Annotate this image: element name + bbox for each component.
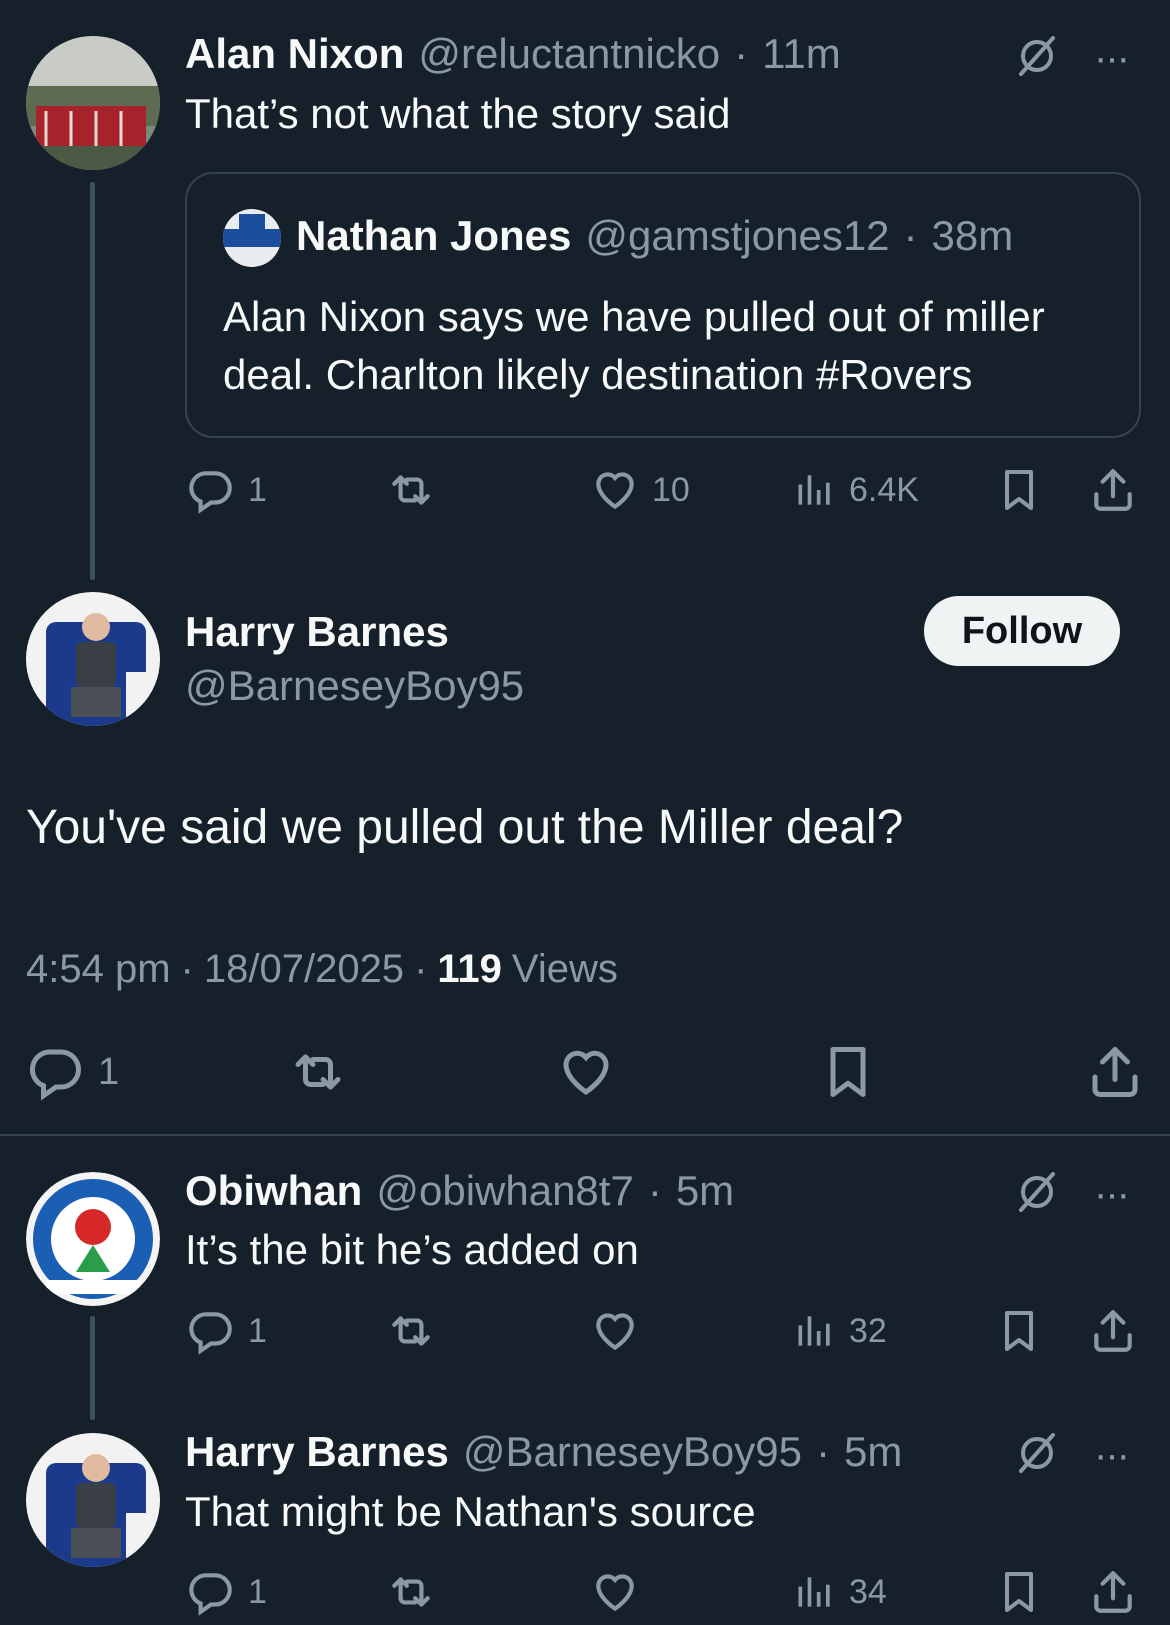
tweet-header: Alan Nixon @reluctantnicko · 11m [185,30,841,78]
reply-timestamp[interactable]: 5m [844,1428,902,1476]
timestamp[interactable]: 11m [762,30,841,78]
reply-header: Obiwhan @obiwhan8t7 · 5m [185,1167,734,1215]
reply-author-handle[interactable]: @BarneseyBoy95 [463,1428,802,1476]
main-author-name[interactable]: Harry Barnes [185,608,449,656]
avatar-obiwhan[interactable] [26,1172,160,1306]
separator: · [414,947,428,991]
quote-author-handle: @gamstjones12 [585,212,890,259]
quote-text-line: deal. Charlton likely destination #Rover… [223,351,973,398]
post-time[interactable]: 4:54 pm [26,947,171,992]
tweet-text: That’s not what the story said [185,90,731,137]
quote-header: Nathan Jones @gamstjones12 · 38m [296,212,1013,260]
reply-button[interactable]: 1 [186,465,267,515]
repost-button[interactable] [386,1567,436,1617]
like-button[interactable] [590,1306,640,1356]
main-tweet-text: You've said we pulled out the Miller dea… [26,801,904,854]
repost-button[interactable] [386,1306,436,1356]
reply-count: 1 [248,470,267,509]
reply-button[interactable]: 1 [186,1567,267,1617]
avatar-nathan-jones [223,209,281,267]
bookmark-button[interactable] [995,465,1043,515]
author-name[interactable]: Alan Nixon [185,30,404,78]
tweet-meta: 4:54 pm · 18/07/2025 · 119 Views [26,947,618,992]
separator: · [734,30,749,77]
reply-text: It’s the bit he’s added on [185,1226,639,1273]
grok-icon[interactable] [1013,32,1061,85]
main-like-button[interactable] [556,1042,616,1102]
follow-button[interactable]: Follow [924,596,1120,666]
reply-count: 1 [248,1572,267,1611]
bookmark-button[interactable] [995,1306,1043,1356]
share-button[interactable] [1088,1306,1138,1356]
reply-count: 1 [248,1311,267,1350]
separator: · [903,212,918,259]
more-menu-button[interactable]: ··· [1094,1433,1130,1478]
bookmark-button[interactable] [995,1567,1043,1617]
views-button[interactable]: 6.4K [793,465,919,515]
main-share-button[interactable] [1085,1042,1145,1102]
quote-text-line: Alan Nixon says we have pulled out of mi… [223,293,1045,340]
reply-text: That might be Nathan's source [185,1488,756,1535]
views-total: 119 [437,947,502,991]
share-button[interactable] [1088,465,1138,515]
thread-line [90,1316,95,1420]
more-menu-button[interactable]: ··· [1094,36,1130,81]
post-date[interactable]: 18/07/2025 [204,947,404,992]
reply-count: 1 [98,1050,120,1093]
repost-button[interactable] [386,465,436,515]
grok-icon[interactable] [1013,1429,1061,1482]
like-button[interactable] [590,1567,640,1617]
thread-line [90,182,95,580]
author-handle[interactable]: @reluctantnicko [418,30,720,78]
share-button[interactable] [1088,1567,1138,1617]
main-repost-button[interactable] [288,1042,348,1102]
like-count: 10 [652,470,690,509]
quote-text: Alan Nixon says we have pulled out of mi… [223,288,1045,404]
main-reply-button[interactable]: 1 [26,1042,119,1102]
views-button[interactable]: 32 [793,1306,887,1356]
views-count: 6.4K [849,470,919,509]
like-button[interactable]: 10 [590,465,690,515]
separator: · [815,1428,830,1475]
grok-icon[interactable] [1013,1168,1061,1221]
quote-author-name: Nathan Jones [296,212,572,259]
views-button[interactable]: 34 [793,1567,887,1617]
separator: · [180,947,194,991]
divider [0,1134,1170,1136]
quote-timestamp: 38m [931,212,1014,259]
views-label: Views [511,947,618,991]
separator: · [647,1167,662,1214]
main-author-handle[interactable]: @BarneseyBoy95 [185,662,524,710]
reply-button[interactable]: 1 [186,1306,267,1356]
reply-author-name[interactable]: Harry Barnes [185,1428,449,1476]
reply-header: Harry Barnes @BarneseyBoy95 · 5m [185,1428,902,1476]
reply-author-handle[interactable]: @obiwhan8t7 [376,1167,633,1215]
reply-author-name[interactable]: Obiwhan [185,1167,362,1215]
avatar-harry-barnes[interactable] [26,1433,160,1567]
reply-timestamp[interactable]: 5m [676,1167,734,1215]
avatar-harry-barnes[interactable] [26,592,160,726]
avatar-alan-nixon[interactable] [26,36,160,170]
more-menu-button[interactable]: ··· [1094,1172,1130,1217]
views-count: 34 [849,1572,887,1611]
views-count: 32 [849,1311,887,1350]
main-bookmark-button[interactable] [818,1042,878,1102]
